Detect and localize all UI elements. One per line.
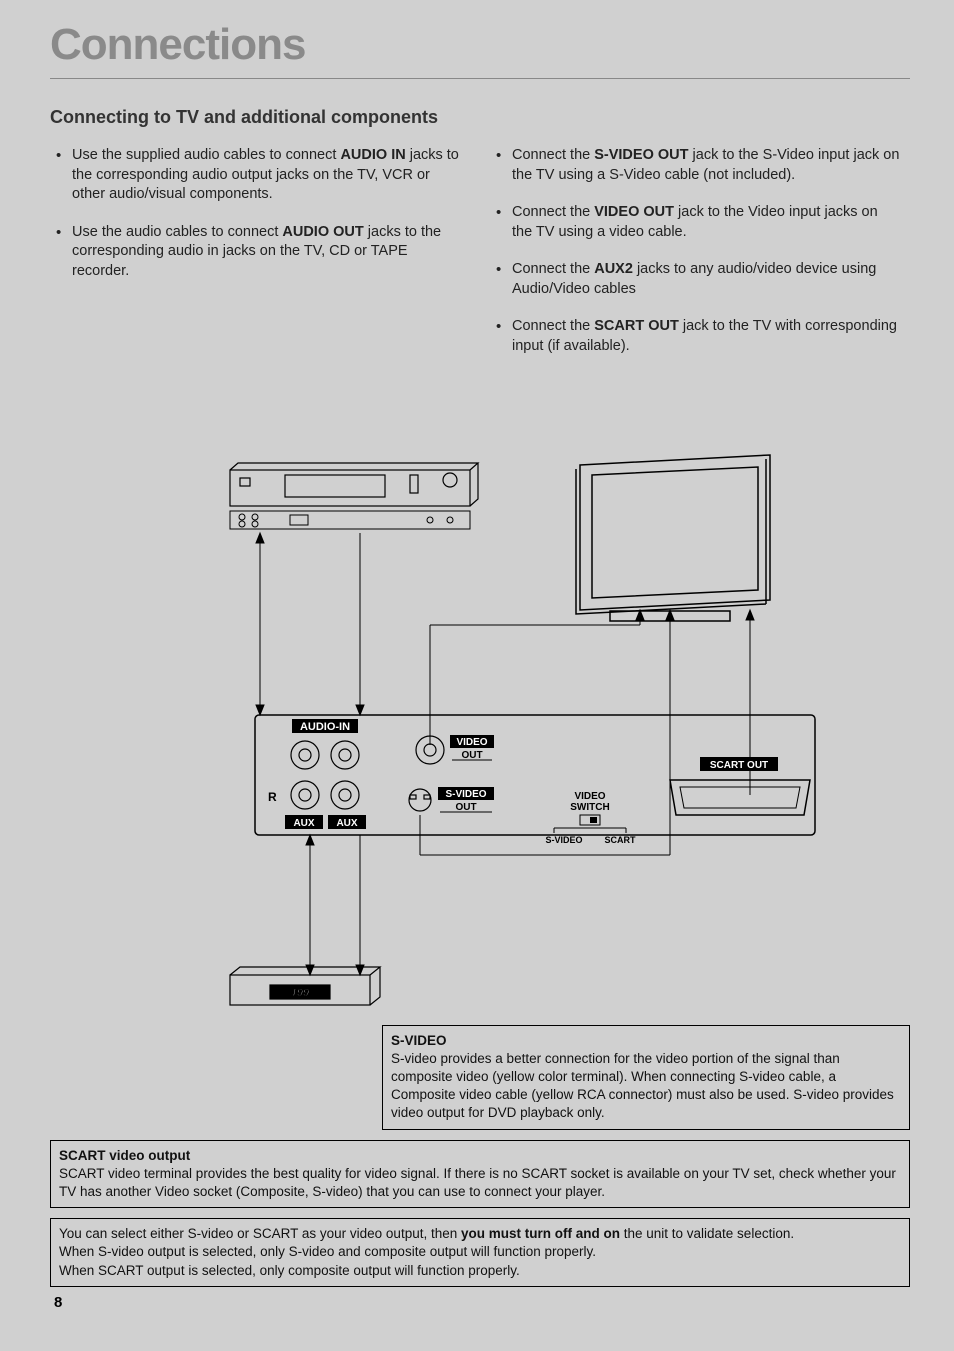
vcr-jacks-icon [230, 511, 470, 529]
video-switch-label: VIDEO [574, 791, 605, 802]
svideo-label: S-VIDEO [445, 789, 486, 800]
list-item: Connect the S-VIDEO OUT jack to the S-Vi… [490, 146, 900, 185]
list-item: Use the supplied audio cables to connect… [50, 146, 460, 205]
vcr-icon [230, 463, 478, 506]
title-rule [50, 78, 910, 79]
scart-out-label: SCART OUT [710, 760, 768, 771]
left-bullet-list: Use the supplied audio cables to connect… [50, 146, 460, 281]
list-item: Connect the AUX2 jacks to any audio/vide… [490, 260, 900, 299]
svideo-info-box: S-VIDEO S-video provides a better connec… [382, 1025, 910, 1130]
video-out-label2: OUT [461, 750, 482, 761]
svideo-box-body: S-video provides a better connection for… [391, 1050, 901, 1123]
page: Connections Connecting to TV and additio… [50, 20, 910, 1297]
video-out-label: VIDEO [456, 737, 487, 748]
aux-label-2: AUX [336, 818, 357, 829]
audio-in-label: AUDIO-IN [300, 721, 350, 733]
note-line3: When SCART output is selected, only comp… [59, 1262, 901, 1280]
list-item: Connect the SCART OUT jack to the TV wit… [490, 317, 900, 356]
page-title: Connections [50, 20, 910, 70]
note-line2: When S-video output is selected, only S-… [59, 1243, 901, 1261]
bullet-columns: Use the supplied audio cables to connect… [50, 146, 910, 375]
page-number: 8 [54, 1294, 62, 1311]
left-column: Use the supplied audio cables to connect… [50, 146, 460, 375]
svideo-switch-label: S-VIDEO [545, 835, 582, 845]
list-item: Connect the VIDEO OUT jack to the Video … [490, 203, 900, 242]
connection-diagram: AUDIO-IN R AUX AUX VIDE [50, 415, 910, 1287]
right-bullet-list: Connect the S-VIDEO OUT jack to the S-Vi… [490, 146, 900, 357]
scart-box-title: SCART video output [59, 1147, 901, 1165]
scart-box-body: SCART video terminal provides the best q… [59, 1165, 901, 1201]
note-line1: You can select either S-video or SCART a… [59, 1225, 901, 1243]
scart-info-box: SCART video output SCART video terminal … [50, 1140, 910, 1209]
svideo-label2: OUT [455, 802, 476, 813]
r-label: R [268, 790, 277, 804]
list-item: Use the audio cables to connect AUDIO OU… [50, 223, 460, 282]
video-switch-label2: SWITCH [570, 802, 609, 813]
note-info-box: You can select either S-video or SCART a… [50, 1218, 910, 1287]
dvd-player-icon: 199 [230, 967, 380, 1005]
scart-switch-label: SCART [605, 835, 637, 845]
section-heading: Connecting to TV and additional componen… [50, 107, 910, 128]
diagram-svg: AUDIO-IN R AUX AUX VIDE [110, 415, 830, 1035]
amplifier-panel-icon: AUDIO-IN R AUX AUX VIDE [255, 715, 815, 845]
aux-label-1: AUX [293, 818, 314, 829]
tv-icon [576, 455, 770, 621]
svideo-box-title: S-VIDEO [391, 1032, 901, 1050]
right-column: Connect the S-VIDEO OUT jack to the S-Vi… [490, 146, 900, 375]
dvd-display: 199 [291, 987, 310, 999]
